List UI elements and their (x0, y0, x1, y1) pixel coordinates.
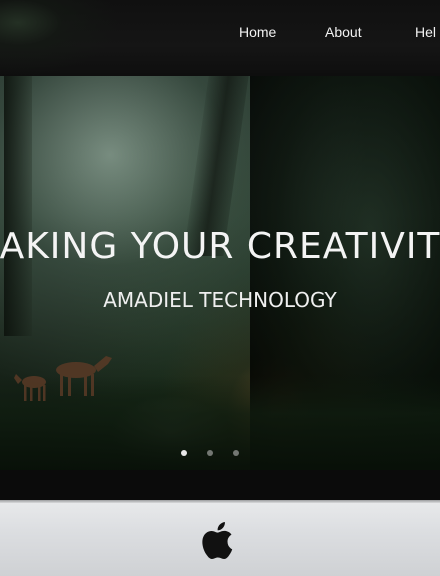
monitor-screen: Home About Hel AKING YOUR CREATIVIT AMAD… (0, 0, 440, 500)
carousel-dot[interactable] (233, 450, 239, 456)
forest-trunk-left (4, 76, 32, 336)
nav-menu: Home About Hel (0, 24, 440, 44)
carousel-dots (181, 450, 241, 458)
carousel-dot[interactable] (207, 450, 213, 456)
deer-illustration (14, 356, 112, 401)
nav-link-home[interactable]: Home (239, 24, 276, 40)
nav-link-help[interactable]: Hel (415, 24, 436, 40)
nav-link-about[interactable]: About (325, 24, 362, 40)
monitor-chin-edge (0, 500, 440, 503)
hero-slider: AKING YOUR CREATIVIT AMADIEL TECHNOLOGY (0, 76, 440, 470)
apple-logo-icon (202, 522, 233, 560)
hero-title: AKING YOUR CREATIVIT (0, 226, 440, 267)
screen-bottom-bezel (0, 470, 440, 500)
hero-subtitle: AMADIEL TECHNOLOGY (103, 288, 337, 312)
top-navigation-bar: Home About Hel (0, 0, 440, 76)
carousel-dot[interactable] (181, 450, 187, 456)
